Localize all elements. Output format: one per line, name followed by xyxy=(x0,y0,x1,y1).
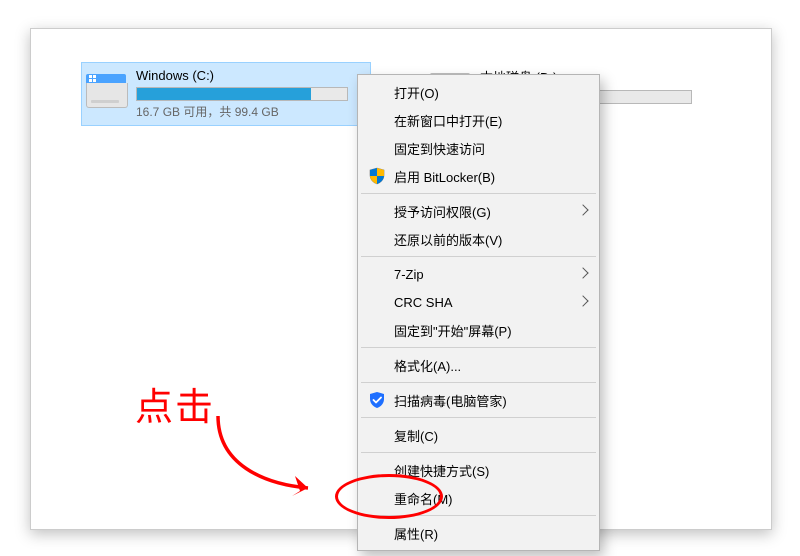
drive-c-name: Windows (C:) xyxy=(136,68,366,83)
drive-c-subtext: 16.7 GB 可用，共 99.4 GB xyxy=(136,103,366,120)
chevron-right-icon xyxy=(577,267,588,278)
menu-open[interactable]: 打开(O) xyxy=(360,78,597,106)
menu-open-new-window[interactable]: 在新窗口中打开(E) xyxy=(360,106,597,134)
explorer-window: Windows (C:) 16.7 GB 可用，共 99.4 GB 本地磁盘 (… xyxy=(30,28,772,530)
menu-crc-sha[interactable]: CRC SHA xyxy=(360,288,597,316)
menu-properties[interactable]: 属性(R) xyxy=(360,519,597,547)
shield-icon xyxy=(368,167,386,185)
menu-separator xyxy=(361,417,596,418)
drive-c-usage-bar xyxy=(136,87,348,101)
menu-create-shortcut[interactable]: 创建快捷方式(S) xyxy=(360,456,597,484)
antivirus-icon xyxy=(368,391,386,409)
chevron-right-icon xyxy=(577,295,588,306)
menu-bitlocker[interactable]: 启用 BitLocker(B) xyxy=(360,162,597,190)
menu-separator xyxy=(361,256,596,257)
context-menu: 打开(O) 在新窗口中打开(E) 固定到快速访问 启用 BitLocker(B)… xyxy=(357,74,600,551)
menu-restore-previous[interactable]: 还原以前的版本(V) xyxy=(360,225,597,253)
menu-separator xyxy=(361,382,596,383)
menu-separator xyxy=(361,515,596,516)
menu-format[interactable]: 格式化(A)... xyxy=(360,351,597,379)
drive-c[interactable]: Windows (C:) 16.7 GB 可用，共 99.4 GB xyxy=(81,62,371,126)
menu-separator xyxy=(361,452,596,453)
menu-7zip[interactable]: 7-Zip xyxy=(360,260,597,288)
menu-rename[interactable]: 重命名(M) xyxy=(360,484,597,512)
menu-separator xyxy=(361,193,596,194)
menu-scan-virus[interactable]: 扫描病毒(电脑管家) xyxy=(360,386,597,414)
menu-grant-access[interactable]: 授予访问权限(G) xyxy=(360,197,597,225)
menu-pin-quick-access[interactable]: 固定到快速访问 xyxy=(360,134,597,162)
chevron-right-icon xyxy=(577,204,588,215)
menu-copy[interactable]: 复制(C) xyxy=(360,421,597,449)
drive-icon xyxy=(86,74,126,114)
menu-pin-start[interactable]: 固定到"开始"屏幕(P) xyxy=(360,316,597,344)
menu-separator xyxy=(361,347,596,348)
